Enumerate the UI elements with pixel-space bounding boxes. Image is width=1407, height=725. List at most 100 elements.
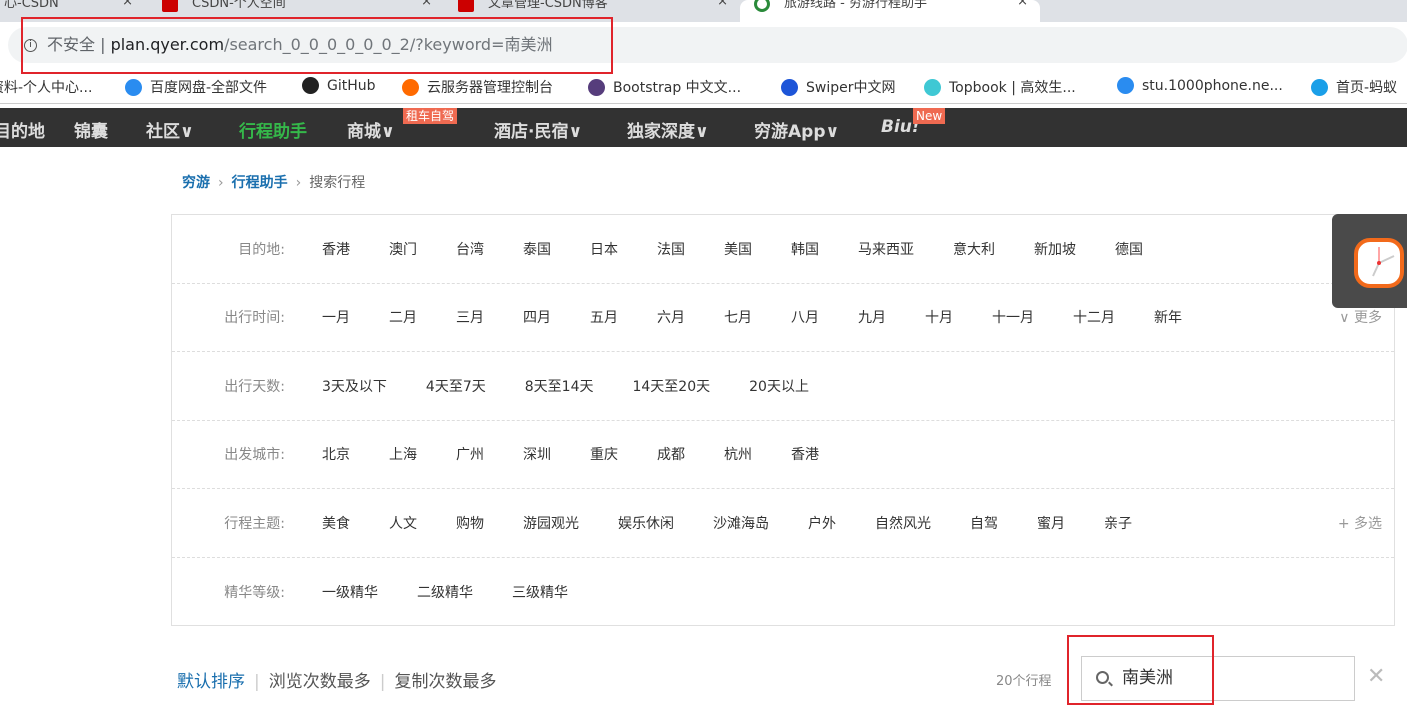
filter-option[interactable]: 4天至7天: [426, 376, 486, 396]
filter-option[interactable]: 马来西亚: [858, 239, 914, 259]
nav-item[interactable]: 社区∨: [146, 117, 194, 142]
filter-option[interactable]: 澳门: [389, 239, 417, 259]
sort-copies[interactable]: 复制次数最多: [394, 672, 496, 692]
bookmark[interactable]: 云服务器管理控制台: [402, 77, 553, 97]
breadcrumb: 穷游 › 行程助手 › 搜索行程: [182, 175, 366, 191]
filter-option[interactable]: 十月: [925, 307, 953, 327]
nav-item[interactable]: 穷游App∨: [754, 117, 839, 142]
bookmark[interactable]: stu.1000phone.ne...: [1117, 77, 1283, 94]
filter-option[interactable]: 法国: [657, 239, 685, 259]
filter-option[interactable]: 美食: [322, 513, 350, 533]
filter-option[interactable]: 蜜月: [1037, 513, 1065, 533]
filter-option[interactable]: 14天至20天: [632, 376, 710, 396]
filter-option[interactable]: 新加坡: [1034, 239, 1076, 259]
close-icon[interactable]: ×: [717, 0, 728, 8]
topbook-icon: [924, 78, 941, 96]
filter-option[interactable]: 德国: [1115, 239, 1143, 259]
breadcrumb-planner[interactable]: 行程助手: [232, 175, 288, 191]
sort-default[interactable]: 默认排序: [177, 672, 245, 692]
nav-item[interactable]: 商城∨ 租车自驾: [347, 108, 458, 142]
bookmark[interactable]: Bootstrap 中文文...: [588, 77, 741, 97]
filter-panel: 目的地:香港澳门台湾泰国日本法国美国韩国马来西亚意大利新加坡德国∨ 更多出行时间…: [171, 214, 1395, 626]
nav-label: 酒店·民宿∨: [494, 122, 583, 142]
nav-label: 行程助手: [239, 122, 307, 142]
filter-option[interactable]: 三级精华: [512, 582, 568, 602]
bookmark[interactable]: 首页-蚂蚁: [1311, 77, 1397, 97]
swiper-icon: [781, 78, 798, 96]
qianfeng-icon: [1117, 77, 1134, 94]
nav-item[interactable]: 独家深度∨: [627, 117, 709, 142]
filter-option[interactable]: 二级精华: [417, 582, 473, 602]
nav-item[interactable]: 酒店·民宿∨: [494, 117, 582, 142]
filter-option[interactable]: 香港: [791, 444, 819, 464]
nav-item[interactable]: 目的地: [0, 117, 45, 142]
bookmark[interactable]: Topbook | 高效生...: [924, 77, 1076, 97]
bookmark[interactable]: 资料-个人中心...: [0, 77, 92, 97]
filter-option[interactable]: 六月: [657, 307, 685, 327]
filter-option[interactable]: 四月: [523, 307, 551, 327]
bookmark-label: 百度网盘-全部文件: [150, 80, 268, 96]
filter-option[interactable]: 美国: [724, 239, 752, 259]
filter-option[interactable]: 三月: [456, 307, 484, 327]
filter-row: 出行天数: 3天及以下 4天至7天 8天至14天 14天至20天 20天以上: [172, 352, 1394, 421]
filter-more-button[interactable]: + 多选: [1338, 513, 1382, 533]
filter-option[interactable]: 20天以上: [749, 376, 809, 396]
bookmark[interactable]: GitHub: [302, 77, 376, 94]
filter-option[interactable]: 泰国: [523, 239, 551, 259]
filter-option[interactable]: 韩国: [791, 239, 819, 259]
close-icon[interactable]: ×: [122, 0, 133, 8]
nav-item[interactable]: 锦囊: [74, 117, 108, 142]
filter-option[interactable]: 北京: [322, 444, 350, 464]
filter-option[interactable]: 台湾: [456, 239, 484, 259]
favicon-icon: [754, 0, 770, 12]
filter-option[interactable]: 8天至14天: [525, 376, 594, 396]
filter-option[interactable]: 一月: [322, 307, 350, 327]
filter-option[interactable]: 意大利: [953, 239, 995, 259]
filter-option[interactable]: 杭州: [724, 444, 752, 464]
filter-option[interactable]: 日本: [590, 239, 618, 259]
filter-option[interactable]: 人文: [389, 513, 417, 533]
filter-option[interactable]: 香港: [322, 239, 350, 259]
filter-option[interactable]: 八月: [791, 307, 819, 327]
filter-option[interactable]: 深圳: [523, 444, 551, 464]
close-icon[interactable]: ×: [421, 0, 432, 8]
clear-search-button[interactable]: ✕: [1367, 664, 1385, 689]
filter-option[interactable]: 自然风光: [875, 513, 931, 533]
filter-option[interactable]: 十一月: [992, 307, 1034, 327]
filter-option[interactable]: 购物: [456, 513, 484, 533]
tab-title: 心-CSDN: [4, 0, 59, 11]
bookmark[interactable]: Swiper中文网: [781, 77, 895, 97]
bookmark-label: Bootstrap 中文文...: [613, 80, 742, 96]
filter-option[interactable]: 游园观光: [523, 513, 579, 533]
filter-option[interactable]: 沙滩海岛: [713, 513, 769, 533]
filter-option[interactable]: 重庆: [590, 444, 618, 464]
bookmark[interactable]: 百度网盘-全部文件: [125, 77, 267, 97]
filter-more-button[interactable]: ∨ 更多: [1339, 307, 1382, 327]
nav-item[interactable]: 行程助手: [239, 117, 307, 142]
filter-option[interactable]: 二月: [389, 307, 417, 327]
filter-option[interactable]: 十二月: [1073, 307, 1115, 327]
close-icon[interactable]: ×: [1017, 0, 1028, 8]
clock-widget[interactable]: [1332, 214, 1407, 308]
filter-option[interactable]: 七月: [724, 307, 752, 327]
browser-tab[interactable]: 旅游线路 - 穷游行程助手 ×: [740, 0, 1040, 22]
breadcrumb-home[interactable]: 穷游: [182, 175, 210, 191]
filter-option[interactable]: 户外: [808, 513, 836, 533]
filter-option[interactable]: 成都: [657, 444, 685, 464]
tab-title: CSDN-个人空间: [192, 0, 286, 11]
filter-option[interactable]: 五月: [590, 307, 618, 327]
nav-item[interactable]: Biu! New: [881, 108, 946, 137]
filter-option[interactable]: 亲子: [1104, 513, 1132, 533]
filter-option[interactable]: 广州: [456, 444, 484, 464]
sort-views[interactable]: 浏览次数最多: [269, 672, 371, 692]
filter-option[interactable]: 九月: [858, 307, 886, 327]
filter-option[interactable]: 一级精华: [322, 582, 378, 602]
bookmark-label: GitHub: [327, 77, 376, 94]
filter-option[interactable]: 上海: [389, 444, 417, 464]
filter-option[interactable]: 娱乐休闲: [618, 513, 674, 533]
filter-option[interactable]: 新年: [1154, 307, 1182, 327]
result-count: 20个行程: [996, 674, 1052, 689]
filter-label: 行程主题:: [224, 515, 285, 532]
filter-option[interactable]: 自驾: [970, 513, 998, 533]
filter-option[interactable]: 3天及以下: [322, 376, 387, 396]
